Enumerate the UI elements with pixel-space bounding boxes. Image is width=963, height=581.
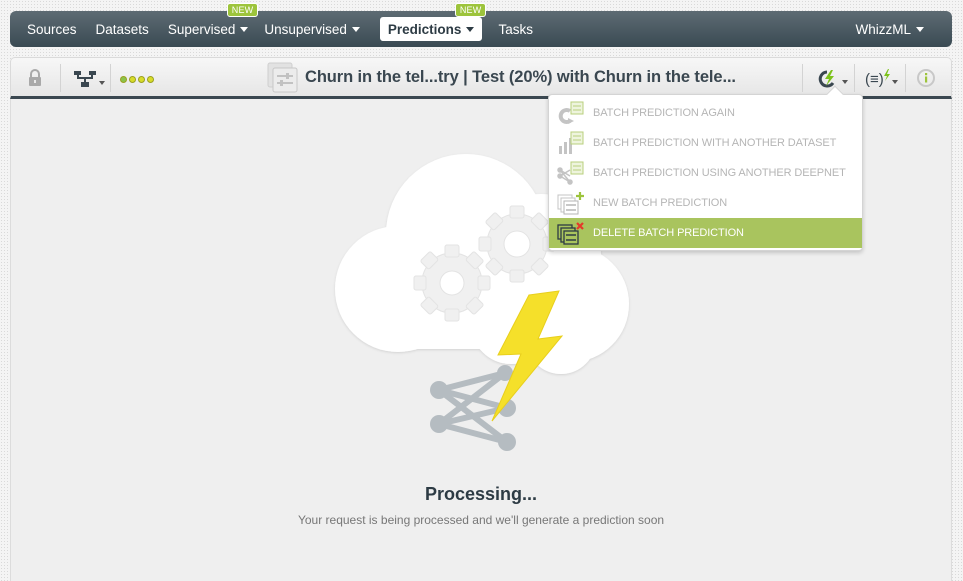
model-tree-icon[interactable] bbox=[71, 68, 107, 90]
nav-unsupervised-label: Unsupervised bbox=[264, 21, 347, 37]
menu-item-label: BATCH PREDICTION WITH ANOTHER DATASET bbox=[593, 137, 837, 149]
chevron-down-icon bbox=[892, 80, 898, 84]
new-badge: NEW bbox=[454, 3, 487, 17]
gear-icon bbox=[413, 244, 491, 322]
status-message: Your request is being processed and we'l… bbox=[297, 513, 665, 527]
chevron-down-icon bbox=[99, 81, 105, 85]
nav-datasets-label: Datasets bbox=[95, 21, 149, 37]
chevron-down-icon bbox=[466, 27, 475, 32]
batch-prediction-actions-menu: BATCH PREDICTION AGAIN BATCH PREDICTION … bbox=[548, 85, 863, 251]
chevron-down-icon bbox=[841, 80, 848, 84]
chevron-down-icon bbox=[916, 27, 924, 32]
formula-actions-icon[interactable]: (≡) bbox=[861, 67, 901, 89]
nav-unsupervised[interactable]: Unsupervised bbox=[256, 17, 368, 41]
toolbar-divider bbox=[60, 64, 61, 92]
chevron-down-icon bbox=[351, 27, 360, 32]
nav-sources-label: Sources bbox=[27, 21, 77, 37]
menu-item-new-batch-prediction[interactable]: NEW BATCH PREDICTION bbox=[549, 188, 862, 218]
menu-item-label: BATCH PREDICTION AGAIN bbox=[593, 107, 735, 119]
top-navigation: Sources Datasets Supervised NEW Unsuperv… bbox=[10, 3, 952, 47]
progress-dot bbox=[147, 75, 154, 83]
nav-predictions-label: Predictions bbox=[387, 21, 462, 37]
delete-batch-icon bbox=[549, 218, 593, 248]
resource-title: Churn in the tel...try | Test (20%) with… bbox=[305, 68, 736, 86]
nav-sources[interactable]: Sources bbox=[19, 17, 85, 41]
info-icon[interactable] bbox=[915, 68, 937, 88]
menu-item-delete-batch-prediction[interactable]: DELETE BATCH PREDICTION bbox=[549, 218, 862, 248]
lock-icon[interactable] bbox=[25, 67, 45, 89]
new-badge: NEW bbox=[226, 3, 259, 17]
dataset-batch-icon bbox=[549, 128, 593, 158]
batch-prediction-icon bbox=[266, 62, 300, 94]
menu-item-label: DELETE BATCH PREDICTION bbox=[593, 227, 744, 239]
chevron-down-icon bbox=[240, 27, 249, 32]
progress-dot bbox=[138, 75, 145, 83]
toolbar-divider bbox=[802, 64, 803, 92]
rerun-batch-icon bbox=[549, 98, 593, 128]
resource-toolbar: Churn in the tel...try | Test (20%) with… bbox=[10, 57, 952, 99]
deepnet-batch-icon bbox=[549, 158, 593, 188]
menu-item-label: BATCH PREDICTION USING ANOTHER DEEPNET bbox=[593, 167, 846, 179]
menu-item-batch-prediction-another-dataset[interactable]: BATCH PREDICTION WITH ANOTHER DATASET bbox=[549, 128, 862, 158]
progress-dot bbox=[120, 75, 127, 83]
new-batch-icon bbox=[549, 188, 593, 218]
toolbar-divider bbox=[905, 64, 906, 92]
nav-tasks-label: Tasks bbox=[498, 21, 533, 37]
nav-whizzml[interactable]: WhizzML bbox=[847, 17, 932, 41]
menu-item-label: NEW BATCH PREDICTION bbox=[593, 197, 728, 209]
reprocess-actions-icon[interactable] bbox=[814, 67, 850, 89]
nav-supervised[interactable]: Supervised NEW bbox=[160, 3, 259, 41]
progress-dots bbox=[120, 74, 156, 84]
svg-text:(≡): (≡) bbox=[865, 71, 884, 88]
progress-dot bbox=[129, 75, 136, 83]
nav-whizzml-label: WhizzML bbox=[855, 21, 911, 37]
nav-tasks[interactable]: Tasks bbox=[490, 17, 541, 41]
nav-predictions[interactable]: Predictions NEW bbox=[379, 3, 487, 41]
menu-item-batch-prediction-another-deepnet[interactable]: BATCH PREDICTION USING ANOTHER DEEPNET bbox=[549, 158, 862, 188]
nav-datasets[interactable]: Datasets bbox=[88, 17, 157, 41]
toolbar-divider bbox=[854, 64, 855, 92]
nav-supervised-label: Supervised bbox=[167, 21, 236, 37]
status-title: Processing... bbox=[424, 484, 538, 504]
menu-item-batch-prediction-again[interactable]: BATCH PREDICTION AGAIN bbox=[549, 98, 862, 128]
toolbar-divider bbox=[110, 64, 111, 92]
gear-icon bbox=[478, 205, 556, 283]
